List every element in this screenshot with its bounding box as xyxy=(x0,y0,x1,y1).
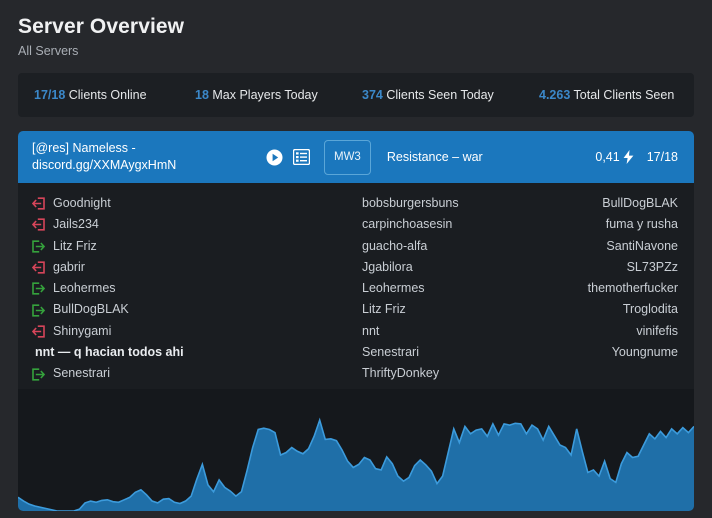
stat-total-clients-seen: 4.263 Total Clients Seen xyxy=(517,88,694,102)
stat-clients-online-label: Clients Online xyxy=(65,88,147,102)
event-row[interactable]: Goodnight xyxy=(31,193,362,214)
event-row[interactable]: Senestrari xyxy=(32,363,362,384)
map-name: Resistance – war xyxy=(386,150,483,164)
event-name: Goodnight xyxy=(53,196,111,210)
server-player-count: 17/18 xyxy=(646,150,678,164)
sign-out-icon xyxy=(31,197,45,210)
player-column-middle: bobsburgersbuns carpinchoasesin guacho-a… xyxy=(362,193,520,393)
player-name[interactable]: Youngnume xyxy=(520,342,678,363)
server-card: [@res] Nameless - discord.gg/XXMAygxHmN xyxy=(18,131,694,511)
server-name[interactable]: [@res] Nameless - discord.gg/XXMAygxHmN xyxy=(32,140,262,174)
stat-max-players-today-label: Max Players Today xyxy=(208,88,318,102)
player-name[interactable]: Senestrari xyxy=(362,342,520,363)
player-name[interactable]: SL73PZz xyxy=(520,257,678,278)
player-history-chart xyxy=(18,389,694,511)
page-subtitle: All Servers xyxy=(18,44,79,58)
player-column-right: BullDogBLAK fuma y rusha SantiNavone SL7… xyxy=(520,193,680,393)
event-name: BullDogBLAK xyxy=(53,302,129,317)
stat-clients-seen-today-label: Clients Seen Today xyxy=(382,88,494,102)
event-name: Leohermes xyxy=(53,281,116,296)
stat-total-clients-seen-value: 4.263 xyxy=(539,88,571,102)
sign-in-icon xyxy=(32,304,46,317)
stat-clients-seen-today-value: 374 xyxy=(362,88,383,102)
page-title: Server Overview xyxy=(18,15,185,38)
player-name[interactable]: Troglodita xyxy=(520,299,678,320)
stat-max-players-today: 18 Max Players Today xyxy=(189,88,350,102)
event-row[interactable]: Litz Friz xyxy=(32,236,362,257)
server-score: 0,41 xyxy=(595,150,620,164)
sign-in-icon xyxy=(32,367,46,381)
list-icon[interactable] xyxy=(293,149,310,165)
sign-out-icon xyxy=(31,261,45,274)
stat-max-players-today-value: 18 xyxy=(195,88,209,102)
player-name[interactable]: fuma y rusha xyxy=(520,214,678,235)
stat-total-clients-seen-label: Total Clients Seen xyxy=(570,88,675,102)
server-header-icons xyxy=(262,149,310,166)
event-name: Senestrari xyxy=(53,366,110,381)
server-card-body: Goodnight Jails234 Litz Friz gabrir Leoh… xyxy=(18,183,694,393)
player-name[interactable]: themotherfucker xyxy=(520,278,678,299)
stat-clients-seen-today: 374 Clients Seen Today xyxy=(350,88,517,102)
event-name: gabrir xyxy=(53,259,85,274)
player-name[interactable]: ThriftyDonkey xyxy=(362,363,520,384)
event-name: Shinygami xyxy=(53,323,112,338)
stats-bar: 17/18 Clients Online 18 Max Players Toda… xyxy=(18,73,694,117)
event-row[interactable]: Jails234 xyxy=(31,214,362,235)
event-row[interactable]: BullDogBLAK xyxy=(32,299,362,320)
player-name[interactable]: nnt xyxy=(362,321,520,342)
sign-in-icon xyxy=(32,282,46,295)
page-header: Server Overview All Servers xyxy=(0,0,712,59)
event-name: Litz Friz xyxy=(53,238,97,253)
chat-message-row: nnt — q hacian todos ahi xyxy=(32,342,362,363)
sign-in-icon xyxy=(32,240,46,253)
event-name: Jails234 xyxy=(53,217,99,232)
stat-clients-online: 17/18 Clients Online xyxy=(18,88,189,102)
player-name[interactable]: SantiNavone xyxy=(520,236,678,257)
server-header-right: 0,41 17/18 xyxy=(595,149,680,165)
server-header[interactable]: [@res] Nameless - discord.gg/XXMAygxHmN xyxy=(18,131,694,183)
chat-message: nnt — q hacian todos ahi xyxy=(35,345,184,360)
game-badge: MW3 xyxy=(324,139,371,175)
player-name[interactable]: Leohermes xyxy=(362,278,520,299)
sign-out-icon xyxy=(31,325,45,338)
sign-out-icon xyxy=(31,218,45,232)
player-name[interactable]: guacho-alfa xyxy=(362,236,520,257)
player-name[interactable]: bobsburgersbuns xyxy=(362,193,520,214)
player-name[interactable]: BullDogBLAK xyxy=(520,193,678,214)
player-history-chart-svg xyxy=(18,389,694,511)
player-name[interactable]: Jgabilora xyxy=(362,257,520,278)
player-name[interactable]: vinifefis xyxy=(520,321,678,342)
stat-clients-online-value: 17/18 xyxy=(34,88,66,102)
play-circle-icon[interactable] xyxy=(266,149,283,166)
player-name[interactable]: carpinchoasesin xyxy=(362,214,520,235)
event-row[interactable]: Shinygami xyxy=(31,321,362,342)
event-row[interactable]: gabrir xyxy=(31,257,362,278)
lightning-bolt-icon xyxy=(623,149,634,165)
event-row[interactable]: Leohermes xyxy=(32,278,362,299)
event-column: Goodnight Jails234 Litz Friz gabrir Leoh… xyxy=(31,193,362,393)
player-name[interactable]: Litz Friz xyxy=(362,299,520,320)
